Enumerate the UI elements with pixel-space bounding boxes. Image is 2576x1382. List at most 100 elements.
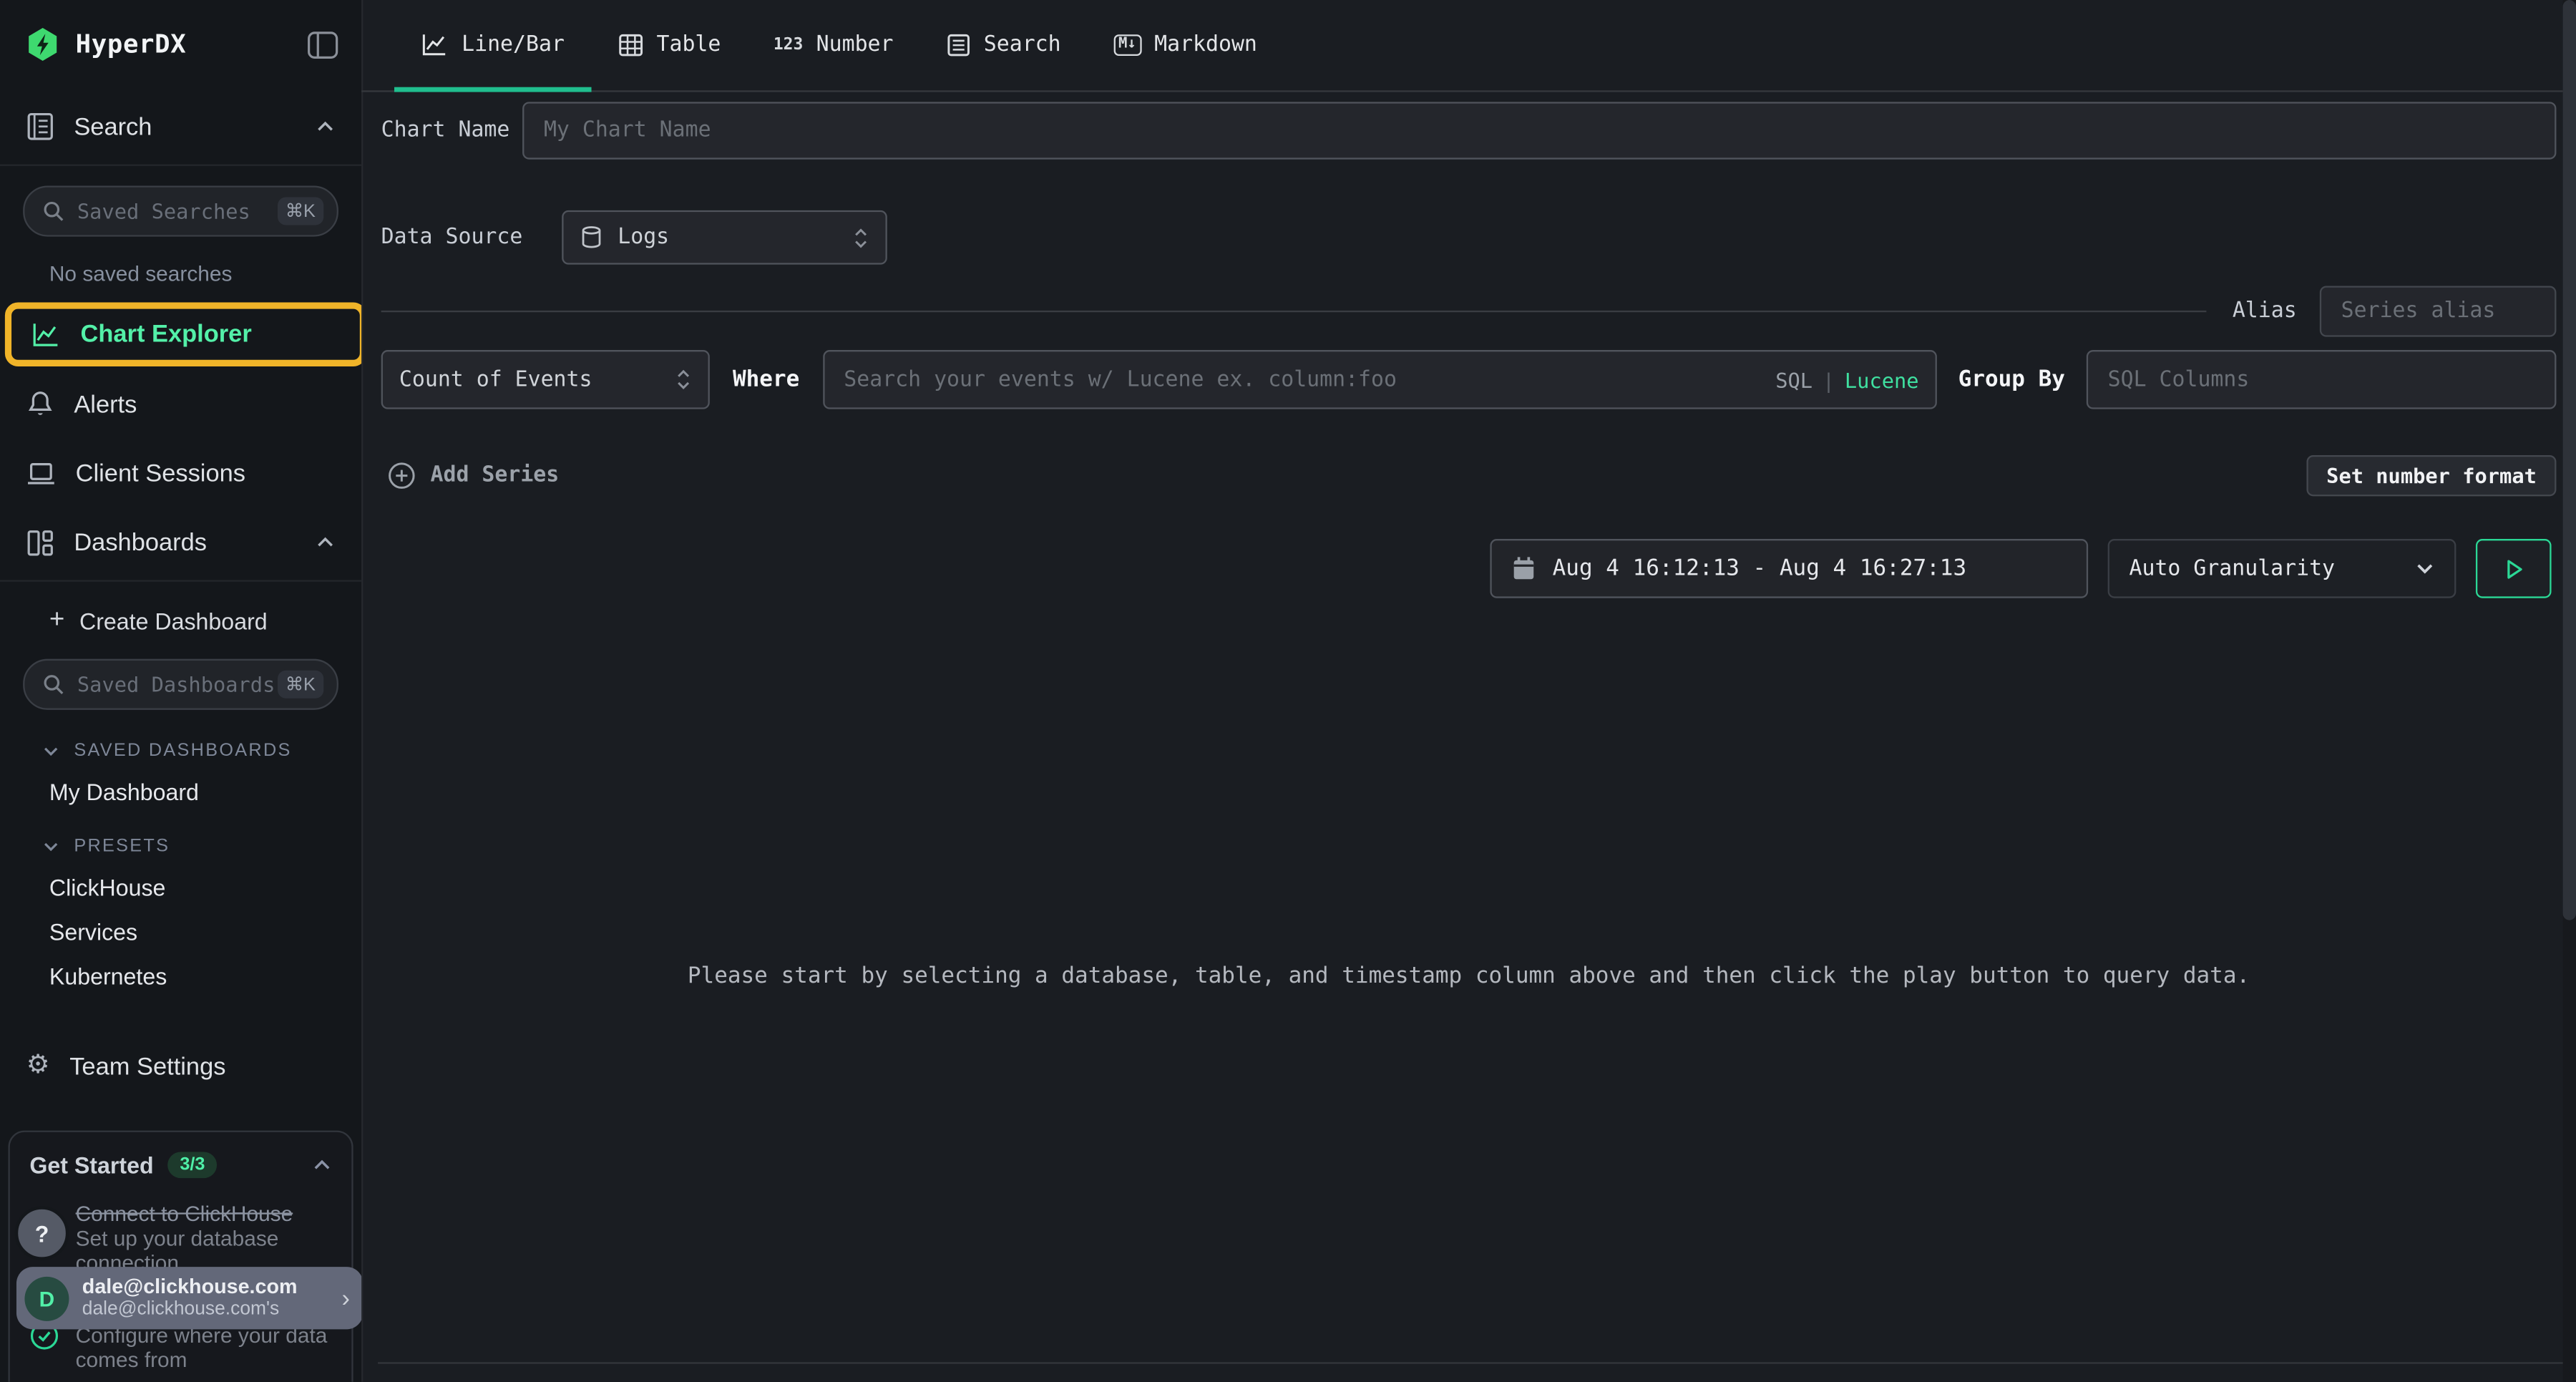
granularity-select[interactable]: Auto Granularity (2108, 539, 2457, 598)
scrollbar-track (2563, 0, 2576, 1382)
tab-number[interactable]: 123 Number (747, 0, 919, 90)
chart-explorer-label: Chart Explorer (81, 321, 252, 349)
saved-searches-input[interactable]: Saved Searches ⌘K (23, 185, 338, 236)
scrollbar-thumb[interactable] (2563, 0, 2576, 920)
search-section-icon (26, 112, 54, 141)
avatar: D (24, 1276, 69, 1320)
sidebar-item-search[interactable]: Search (0, 102, 361, 151)
saved-dashboards-shortcut: ⌘K (277, 671, 323, 699)
dashboards-icon (26, 528, 54, 556)
tab-label: Number (816, 33, 894, 57)
markdown-icon: M↓ (1113, 34, 1141, 56)
get-started-panel: Get Started 3/3 Connect to ClickHouse Se… (8, 1131, 353, 1382)
query-language-toggle: SQL | Lucene (1775, 350, 1918, 409)
series-alias-input[interactable] (2320, 286, 2557, 336)
chart-name-input[interactable] (522, 102, 2556, 159)
user-email: dale@clickhouse.com (82, 1276, 336, 1298)
sidebar-item-dashboards[interactable]: Dashboards (0, 517, 361, 567)
chevron-down-icon (2415, 562, 2435, 575)
saved-searches-placeholder: Saved Searches (77, 199, 277, 223)
series-row: Count of Events Where SQL | Lucene Group… (361, 350, 2576, 409)
no-saved-searches-text: No saved searches (49, 261, 361, 286)
tab-label: Search (984, 33, 1061, 57)
select-chevrons-icon (675, 368, 692, 391)
logo-row: HyperDX (0, 0, 361, 82)
date-range-picker[interactable]: Aug 4 16:12:13 - Aug 4 16:27:13 (1490, 539, 2088, 598)
sidebar-divider (0, 165, 361, 166)
tab-label: Markdown (1154, 33, 1257, 57)
sidebar-item-label: Search (74, 112, 152, 140)
get-started-item-connect[interactable]: Connect to ClickHouse Set up your databa… (29, 1201, 331, 1275)
chart-name-label: Chart Name (381, 118, 522, 142)
sidebar-item-label: Client Sessions (76, 459, 245, 487)
run-query-play-button[interactable] (2476, 539, 2552, 598)
tab-table[interactable]: Table (591, 0, 747, 90)
lucene-toggle-button[interactable]: Lucene (1845, 367, 1919, 391)
data-source-select[interactable]: Logs (562, 210, 887, 265)
add-series-label: Add Series (431, 463, 560, 487)
group-header-label: SAVED DASHBOARDS (74, 741, 291, 761)
chart-type-tabbar: Line/Bar Table 123 Number (361, 0, 2576, 92)
aggregation-select[interactable]: Count of Events (381, 350, 710, 409)
get-started-progress-badge: 3/3 (168, 1152, 216, 1178)
dashboard-link-my-dashboard[interactable]: My Dashboard (49, 779, 361, 805)
help-button[interactable]: ? (15, 1206, 69, 1260)
number-123-icon: 123 (774, 37, 803, 54)
preset-link-clickhouse[interactable]: ClickHouse (49, 874, 361, 900)
preset-link-kubernetes[interactable]: Kubernetes (49, 963, 361, 989)
time-controls-row: Aug 4 16:12:13 - Aug 4 16:27:13 Auto Gra… (361, 539, 2576, 598)
tab-markdown[interactable]: M↓ Markdown (1087, 0, 1283, 90)
get-started-header[interactable]: Get Started 3/3 (29, 1152, 331, 1178)
where-input-wrap: SQL | Lucene (822, 350, 1936, 409)
sidebar-item-client-sessions[interactable]: Client Sessions (0, 449, 361, 498)
group-header-label: PRESETS (74, 837, 170, 857)
chevron-down-icon (43, 840, 59, 852)
sidebar-item-label: Team Settings (69, 1053, 225, 1081)
saved-dashboards-group-header[interactable]: SAVED DASHBOARDS (43, 741, 361, 761)
add-series-button[interactable]: Add Series (388, 462, 559, 490)
sidebar-divider (0, 580, 361, 581)
group-by-label: Group By (1958, 366, 2065, 393)
saved-dashboards-placeholder: Saved Dashboards (77, 672, 277, 696)
get-started-title: Get Started (29, 1152, 153, 1178)
chevron-down-icon (43, 745, 59, 756)
table-icon (617, 33, 643, 57)
sidebar-item-alerts[interactable]: Alerts (0, 379, 361, 429)
chevron-up-icon[interactable] (316, 535, 336, 548)
plus-icon: + (49, 606, 64, 636)
tab-label: Table (657, 33, 721, 57)
where-label: Where (733, 366, 799, 393)
where-search-input[interactable] (822, 350, 1936, 409)
laptop-icon (26, 460, 56, 487)
search-list-icon (946, 33, 970, 57)
tab-line-bar[interactable]: Line/Bar (394, 0, 591, 90)
get-started-item-title: Connect to ClickHouse (76, 1201, 332, 1225)
tab-search[interactable]: Search (919, 0, 1087, 90)
saved-searches-shortcut: ⌘K (277, 198, 323, 225)
line-chart-icon (421, 33, 449, 57)
aggregation-value: Count of Events (399, 367, 592, 391)
hyperdx-app: HyperDX Search (0, 0, 2576, 1382)
chevron-up-icon[interactable] (316, 120, 336, 133)
search-icon (43, 200, 64, 222)
line-chart-icon (31, 321, 61, 348)
chart-name-row: Chart Name (361, 102, 2576, 159)
user-menu[interactable]: D dale@clickhouse.com dale@clickhouse.co… (16, 1267, 363, 1329)
sidebar-item-team-settings[interactable]: ⚙ Team Settings (0, 1042, 361, 1091)
presets-group-header[interactable]: PRESETS (43, 837, 361, 857)
granularity-value: Auto Granularity (2129, 556, 2415, 580)
empty-state-message: Please start by selecting a database, ta… (361, 963, 2576, 989)
create-dashboard-label: Create Dashboard (79, 608, 268, 634)
plus-circle-icon (388, 462, 416, 490)
sidebar-item-chart-explorer[interactable]: Chart Explorer (5, 302, 364, 366)
preset-link-services[interactable]: Services (49, 918, 361, 945)
set-number-format-button[interactable]: Set number format (2307, 455, 2557, 496)
chevron-up-icon[interactable] (312, 1159, 332, 1172)
sql-toggle-button[interactable]: SQL (1775, 367, 1813, 391)
group-by-input[interactable] (2087, 350, 2557, 409)
create-dashboard-button[interactable]: + Create Dashboard (49, 606, 361, 636)
toggle-divider: | (1823, 367, 1835, 391)
hyperdx-logo-icon (24, 26, 61, 63)
saved-dashboards-input[interactable]: Saved Dashboards ⌘K (23, 659, 338, 710)
collapse-sidebar-icon[interactable] (307, 30, 338, 58)
